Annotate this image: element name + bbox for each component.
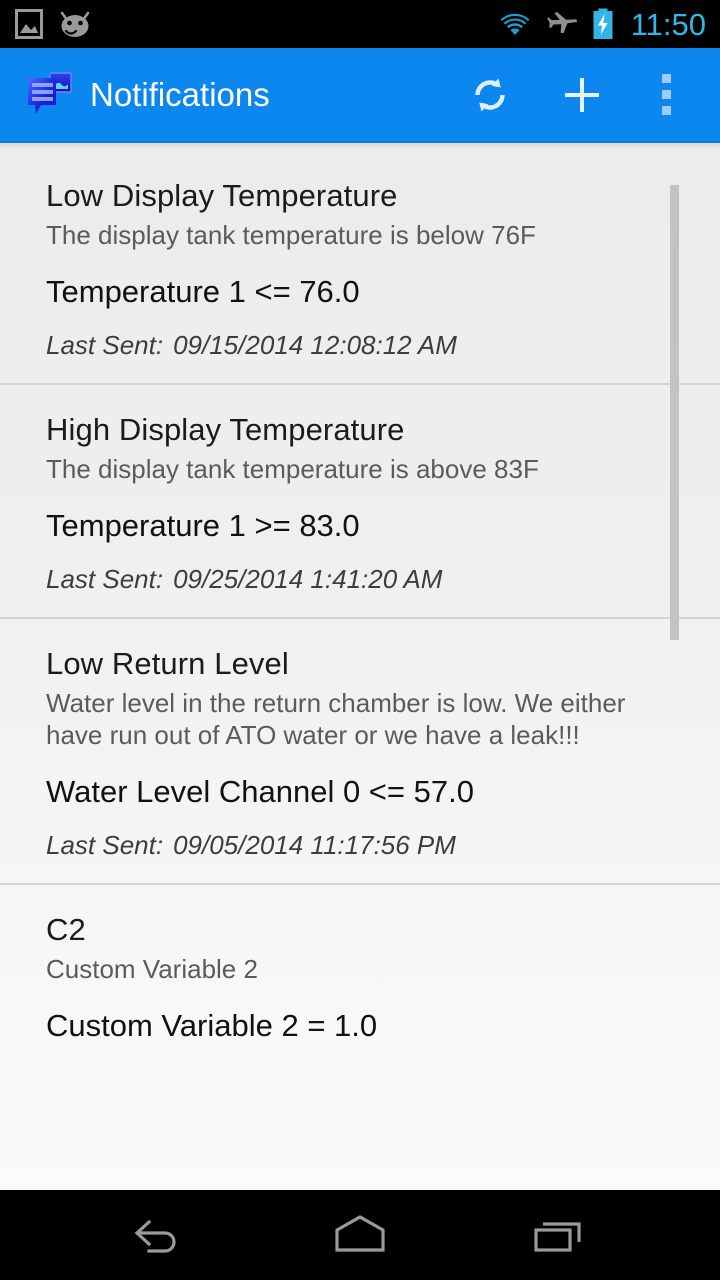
refresh-icon — [467, 72, 513, 118]
notification-description: Water level in the return chamber is low… — [46, 688, 626, 750]
notification-list-item[interactable]: High Display Temperature The display tan… — [0, 383, 720, 617]
plus-icon — [559, 72, 605, 118]
navigation-bar — [0, 1190, 720, 1280]
nav-recents-button[interactable] — [485, 1190, 635, 1280]
action-bar-actions — [444, 47, 704, 142]
more-vertical-icon — [661, 74, 671, 115]
home-icon — [329, 1212, 391, 1258]
list-scrollbar[interactable] — [670, 185, 679, 640]
status-bar-clock: 11:50 — [630, 6, 706, 42]
last-sent-label: Last Sent: — [46, 330, 164, 360]
battery-charging-icon — [592, 8, 614, 40]
notification-condition: Temperature 1 >= 83.0 — [46, 508, 360, 543]
status-bar-right-icons: 11:50 — [496, 8, 706, 40]
last-sent-value: 09/15/2014 12:08:12 AM — [173, 330, 457, 360]
notifications-list: Low Display Temperature The display tank… — [0, 149, 720, 1067]
notification-description: Custom Variable 2 — [46, 954, 258, 984]
status-bar-left-icons — [14, 9, 92, 39]
recent-apps-icon — [529, 1212, 591, 1258]
last-sent-value: 09/25/2014 1:41:20 AM — [173, 564, 443, 594]
notification-list-item[interactable]: Low Return Level Water level in the retu… — [0, 617, 720, 883]
notification-title: Low Display Temperature — [46, 178, 398, 213]
last-sent-label: Last Sent: — [46, 564, 164, 594]
notification-list-item[interactable]: C2 Custom Variable 2 Custom Variable 2 =… — [0, 883, 720, 1067]
last-sent-label: Last Sent: — [46, 830, 164, 860]
add-button[interactable] — [536, 47, 628, 142]
notification-last-sent: Last Sent: 09/25/2014 1:41:20 AM — [46, 563, 688, 595]
last-sent-value: 09/05/2014 11:17:56 PM — [173, 830, 456, 860]
notification-description: The display tank temperature is above 83… — [46, 454, 539, 484]
wifi-icon — [496, 9, 534, 39]
notification-title: C2 — [46, 912, 86, 947]
overflow-menu-button[interactable] — [628, 47, 704, 142]
notification-list-item[interactable]: Low Display Temperature The display tank… — [0, 149, 720, 383]
status-bar: 11:50 — [0, 0, 720, 48]
back-arrow-icon — [129, 1212, 191, 1258]
nav-home-button[interactable] — [285, 1190, 435, 1280]
notifications-list-container[interactable]: Low Display Temperature The display tank… — [0, 149, 720, 1190]
notification-title: Low Return Level — [46, 646, 289, 681]
notification-description: The display tank temperature is below 76… — [46, 220, 536, 250]
notifications-app-icon — [22, 69, 74, 121]
page-title: Notifications — [90, 75, 270, 113]
action-bar: Notifications — [0, 48, 720, 143]
notification-condition: Temperature 1 <= 76.0 — [46, 274, 360, 309]
android-screen: 11:50 Notifications Low Display Temperat… — [0, 0, 720, 1280]
notification-title: High Display Temperature — [46, 412, 405, 447]
airplane-mode-icon — [546, 9, 579, 39]
screenshot-image-icon — [14, 9, 44, 39]
notification-condition: Water Level Channel 0 <= 57.0 — [46, 774, 474, 809]
refresh-button[interactable] — [444, 47, 536, 142]
notification-condition: Custom Variable 2 = 1.0 — [46, 1008, 378, 1043]
android-jellybean-icon — [58, 9, 92, 39]
notification-last-sent: Last Sent: 09/15/2014 12:08:12 AM — [46, 329, 688, 361]
notification-last-sent: Last Sent: 09/05/2014 11:17:56 PM — [46, 829, 688, 861]
nav-back-button[interactable] — [85, 1190, 235, 1280]
